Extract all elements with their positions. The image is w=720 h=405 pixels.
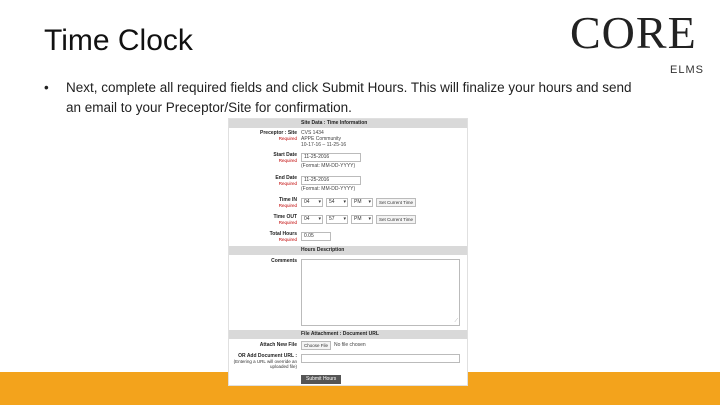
- submit-hours-button[interactable]: Submit Hours: [301, 375, 342, 384]
- section-header-hours-description: Hours Description: [229, 246, 467, 255]
- instruction-bullet: • Next, complete all required fields and…: [44, 78, 644, 118]
- time-out-minute-select[interactable]: 57: [326, 215, 348, 224]
- bullet-icon: •: [44, 80, 49, 95]
- preceptor-value-dates: 10-17-16 – 11-25-16: [301, 142, 347, 148]
- required-marker: Required: [278, 203, 297, 208]
- comments-textarea[interactable]: ⟋: [301, 259, 460, 326]
- time-in-hour-select[interactable]: 04: [301, 198, 323, 207]
- time-in-ampm-select[interactable]: PM: [351, 198, 373, 207]
- required-marker: Required: [278, 158, 297, 163]
- resize-handle-icon[interactable]: ⟋: [454, 318, 458, 324]
- time-out-ampm-select[interactable]: PM: [351, 215, 373, 224]
- required-marker: Required: [278, 237, 297, 242]
- start-date-label: Start Date Required: [229, 153, 297, 164]
- time-in-minute-select[interactable]: 54: [326, 198, 348, 207]
- start-date-input[interactable]: 11-25-2016: [301, 153, 361, 162]
- comments-label: Comments: [271, 258, 297, 264]
- section-header-site-data: Site Data : Time Information: [229, 119, 467, 128]
- end-date-label: End Date Required: [229, 176, 297, 187]
- instruction-text: Next, complete all required fields and c…: [66, 80, 632, 115]
- total-hours-label: Total Hours Required: [229, 232, 297, 243]
- required-marker: Required: [278, 220, 297, 225]
- section-header-file-attachment: File Attachment : Document URL: [229, 330, 467, 339]
- set-current-time-in-button[interactable]: Set Current Time: [376, 198, 417, 207]
- document-url-note: (Entering a URL will override an uploade…: [233, 359, 297, 369]
- preceptor-label: Preceptor : Site Required: [229, 131, 297, 142]
- required-marker: Required: [278, 181, 297, 186]
- document-url-label: OR Add Document URL : (Entering a URL wi…: [229, 354, 297, 370]
- choose-file-button[interactable]: Choose File: [301, 341, 332, 350]
- required-marker: Required: [278, 136, 297, 141]
- document-url-input[interactable]: [301, 354, 460, 363]
- end-date-input[interactable]: 11-25-2016: [301, 176, 361, 185]
- attach-file-label: Attach New File: [259, 342, 297, 348]
- logo-wordmark: CORE: [570, 7, 697, 58]
- core-elms-logo: CORE ELMS: [566, 6, 712, 78]
- end-date-format-hint: (Format: MM-DD-YYYY): [301, 186, 356, 192]
- slide-title: Time Clock: [44, 24, 193, 57]
- total-hours-input[interactable]: 0.05: [301, 232, 331, 241]
- time-out-label: Time OUT Required: [229, 215, 297, 226]
- time-out-hour-select[interactable]: 04: [301, 215, 323, 224]
- logo-subtext: ELMS: [670, 64, 704, 76]
- no-file-chosen-text: No file chosen: [334, 342, 366, 348]
- time-in-label: Time IN Required: [229, 198, 297, 209]
- time-entry-form-screenshot: Site Data : Time Information Preceptor :…: [228, 118, 468, 386]
- set-current-time-out-button[interactable]: Set Current Time: [376, 215, 417, 224]
- start-date-format-hint: (Format: MM-DD-YYYY): [301, 163, 356, 169]
